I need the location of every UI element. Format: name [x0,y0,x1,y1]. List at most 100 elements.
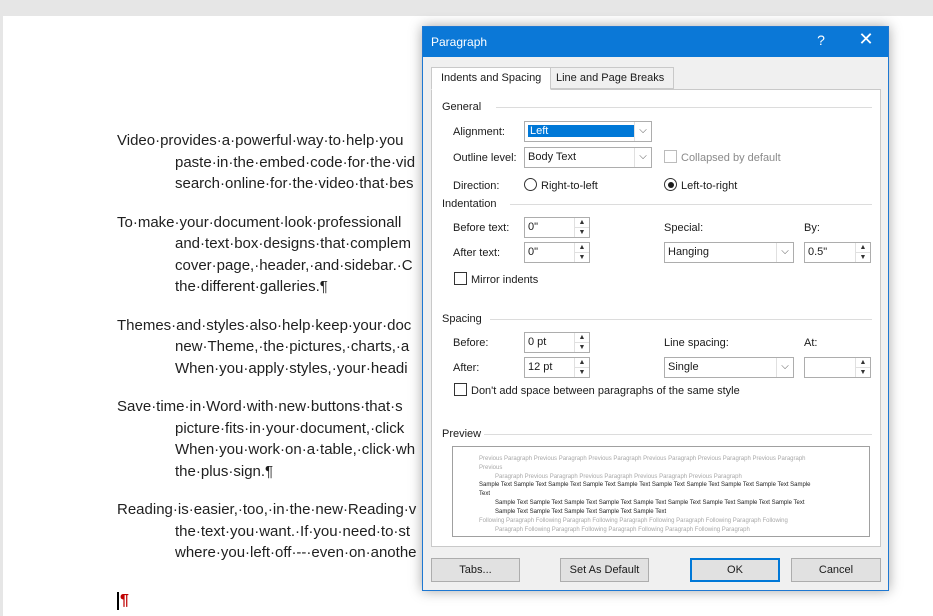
dialog-title: Paragraph [431,35,488,49]
ok-button[interactable]: OK [690,558,780,582]
close-button[interactable]: ✕ [851,29,881,50]
divider [484,434,872,435]
alignment-select[interactable]: Left ⌵ [524,121,652,142]
preview-previous-paragraph: Previous Paragraph Previous Paragraph Pr… [479,455,819,482]
spin-up-icon[interactable]: ▲ [575,218,589,228]
text-line: Reading·is·easier,·too,·in·the·new·Readi… [117,501,417,518]
spin-up-icon[interactable]: ▲ [856,358,870,368]
set-as-default-button[interactable]: Set As Default [560,558,649,582]
text-line: Save·time·in·Word·with·new·buttons·that·… [117,398,403,415]
chevron-down-icon: ⌵ [634,122,651,141]
help-button[interactable]: ? [811,32,831,48]
spinner-buttons[interactable]: ▲ ▼ [574,218,589,237]
spacing-after-value: 12 pt [528,361,553,373]
spinner-buttons[interactable]: ▲ ▼ [574,333,589,352]
text-line: where·you·left·off·--·even·on·anothe [175,544,417,561]
paragraph-1[interactable]: Video·provides·a·powerful·way·to·help·yo… [117,130,447,195]
alignment-value: Left [528,125,634,137]
text-line: When·you·apply·styles,·your·headi [175,359,408,377]
before-text-value: 0" [528,221,539,233]
divider [510,204,872,205]
after-text-spinner[interactable]: 0" ▲ ▼ [524,242,590,263]
preview-text: Sample Text Sample Text Sample Text Samp… [479,482,811,497]
text-line: the·plus·sign.¶ [175,462,274,480]
text-line: Themes·and·styles·also·help·keep·your·do… [117,316,412,334]
spinner-buttons[interactable]: ▲ ▼ [574,243,589,262]
spin-up-icon[interactable]: ▲ [575,243,589,253]
collapsed-checkbox[interactable] [664,150,677,163]
preview-sample-paragraph: Sample Text Sample Text Sample Text Samp… [479,481,819,517]
section-spacing-heading: Spacing [442,313,482,325]
spacing-after-spinner[interactable]: 12 pt ▲ ▼ [524,357,590,378]
text-line: cover·page,·header,·and·sidebar.·C [175,256,413,274]
text-line: and·text·box·designs·that·complem [175,235,411,252]
spacing-before-value: 0 pt [528,336,547,348]
cancel-button[interactable]: Cancel [791,558,881,582]
spinner-buttons[interactable]: ▲ ▼ [574,358,589,377]
before-text-spinner[interactable]: 0" ▲ ▼ [524,217,590,238]
chevron-down-icon: ⌵ [776,243,793,262]
dont-add-space-checkbox[interactable] [454,383,467,396]
text-line: the·text·you·want.·If·you·need·to·st [175,522,411,540]
divider [490,319,872,320]
left-to-right-radio[interactable] [664,178,677,191]
line-spacing-select[interactable]: Single ⌵ [664,357,794,378]
spin-up-icon[interactable]: ▲ [575,358,589,368]
before-text-label: Before text: [453,222,510,234]
text-line: When·you·work·on·a·table,·click·wh [175,441,416,458]
preview-text: Paragraph Following Paragraph Following … [495,527,750,533]
section-general-heading: General [442,101,482,113]
outline-level-value: Body Text [528,151,577,163]
spinner-buttons[interactable]: ▲ ▼ [855,358,870,377]
dont-add-space-label: Don't add space between paragraphs of th… [471,385,740,397]
empty-paragraph-mark[interactable]: ¶ [117,592,129,610]
right-to-left-radio[interactable] [524,178,537,191]
spin-down-icon[interactable]: ▼ [575,253,589,263]
spin-down-icon[interactable]: ▼ [575,228,589,238]
mirror-indents-checkbox[interactable] [454,272,467,285]
by-spinner[interactable]: 0.5" ▲ ▼ [804,242,871,263]
left-to-right-label: Left-to-right [681,180,738,192]
section-indentation-heading: Indentation [442,198,497,210]
tab-indents-and-spacing[interactable]: Indents and Spacing [431,67,552,90]
outline-level-select[interactable]: Body Text ⌵ [524,147,652,168]
spin-down-icon[interactable]: ▼ [575,368,589,378]
paragraph-dialog: Paragraph ? ✕ Indents and Spacing Line a… [422,26,889,591]
text-line: new·Theme,·the·pictures,·charts,·a [175,338,410,355]
paragraph-3[interactable]: Themes·and·styles·also·help·keep·your·do… [117,315,447,380]
paragraph-2[interactable]: To·make·your·document·look·professionall… [117,212,447,298]
tab-line-and-page-breaks[interactable]: Line and Page Breaks [546,67,675,89]
line-spacing-value: Single [668,361,699,373]
tab-panel: General Alignment: Left ⌵ Outline level:… [431,89,881,547]
spin-up-icon[interactable]: ▲ [575,333,589,343]
by-value: 0.5" [808,246,828,258]
paragraph-4[interactable]: Save·time·in·Word·with·new·buttons·that·… [117,396,447,482]
spin-down-icon[interactable]: ▼ [856,253,870,263]
spacing-before-label: Before: [453,337,489,349]
paragraph-5[interactable]: Reading·is·easier,·too,·in·the·new·Readi… [117,499,447,564]
document-body[interactable]: Video·provides·a·powerful·way·to·help·yo… [117,130,447,581]
text-line: search·online·for·the·video·that·bes [175,175,414,192]
spinner-buttons[interactable]: ▲ ▼ [855,243,870,262]
section-preview-heading: Preview [442,428,482,440]
spin-down-icon[interactable]: ▼ [856,368,870,378]
alignment-label: Alignment: [453,126,505,138]
divider [496,107,872,108]
at-spinner[interactable]: ▲ ▼ [804,357,871,378]
preview-text: Following Paragraph Following Paragraph … [479,518,788,524]
right-to-left-label: Right-to-left [541,180,598,192]
text-line: To·make·your·document·look·professionall [117,213,402,231]
preview-following-paragraph: Following Paragraph Following Paragraph … [479,517,819,535]
dialog-titlebar[interactable]: Paragraph ? ✕ [423,27,888,57]
text-line: Video·provides·a·powerful·way·to·help·yo… [117,132,404,149]
special-select[interactable]: Hanging ⌵ [664,242,794,263]
tabs-button[interactable]: Tabs... [431,558,520,582]
spacing-before-spinner[interactable]: 0 pt ▲ ▼ [524,332,590,353]
text-cursor [117,592,119,610]
outline-level-label: Outline level: [453,152,517,164]
spin-up-icon[interactable]: ▲ [856,243,870,253]
after-text-label: After text: [453,247,501,259]
special-label: Special: [664,222,704,234]
preview-text: Sample Text Sample Text Sample Text Samp… [495,500,805,506]
spin-down-icon[interactable]: ▼ [575,343,589,353]
